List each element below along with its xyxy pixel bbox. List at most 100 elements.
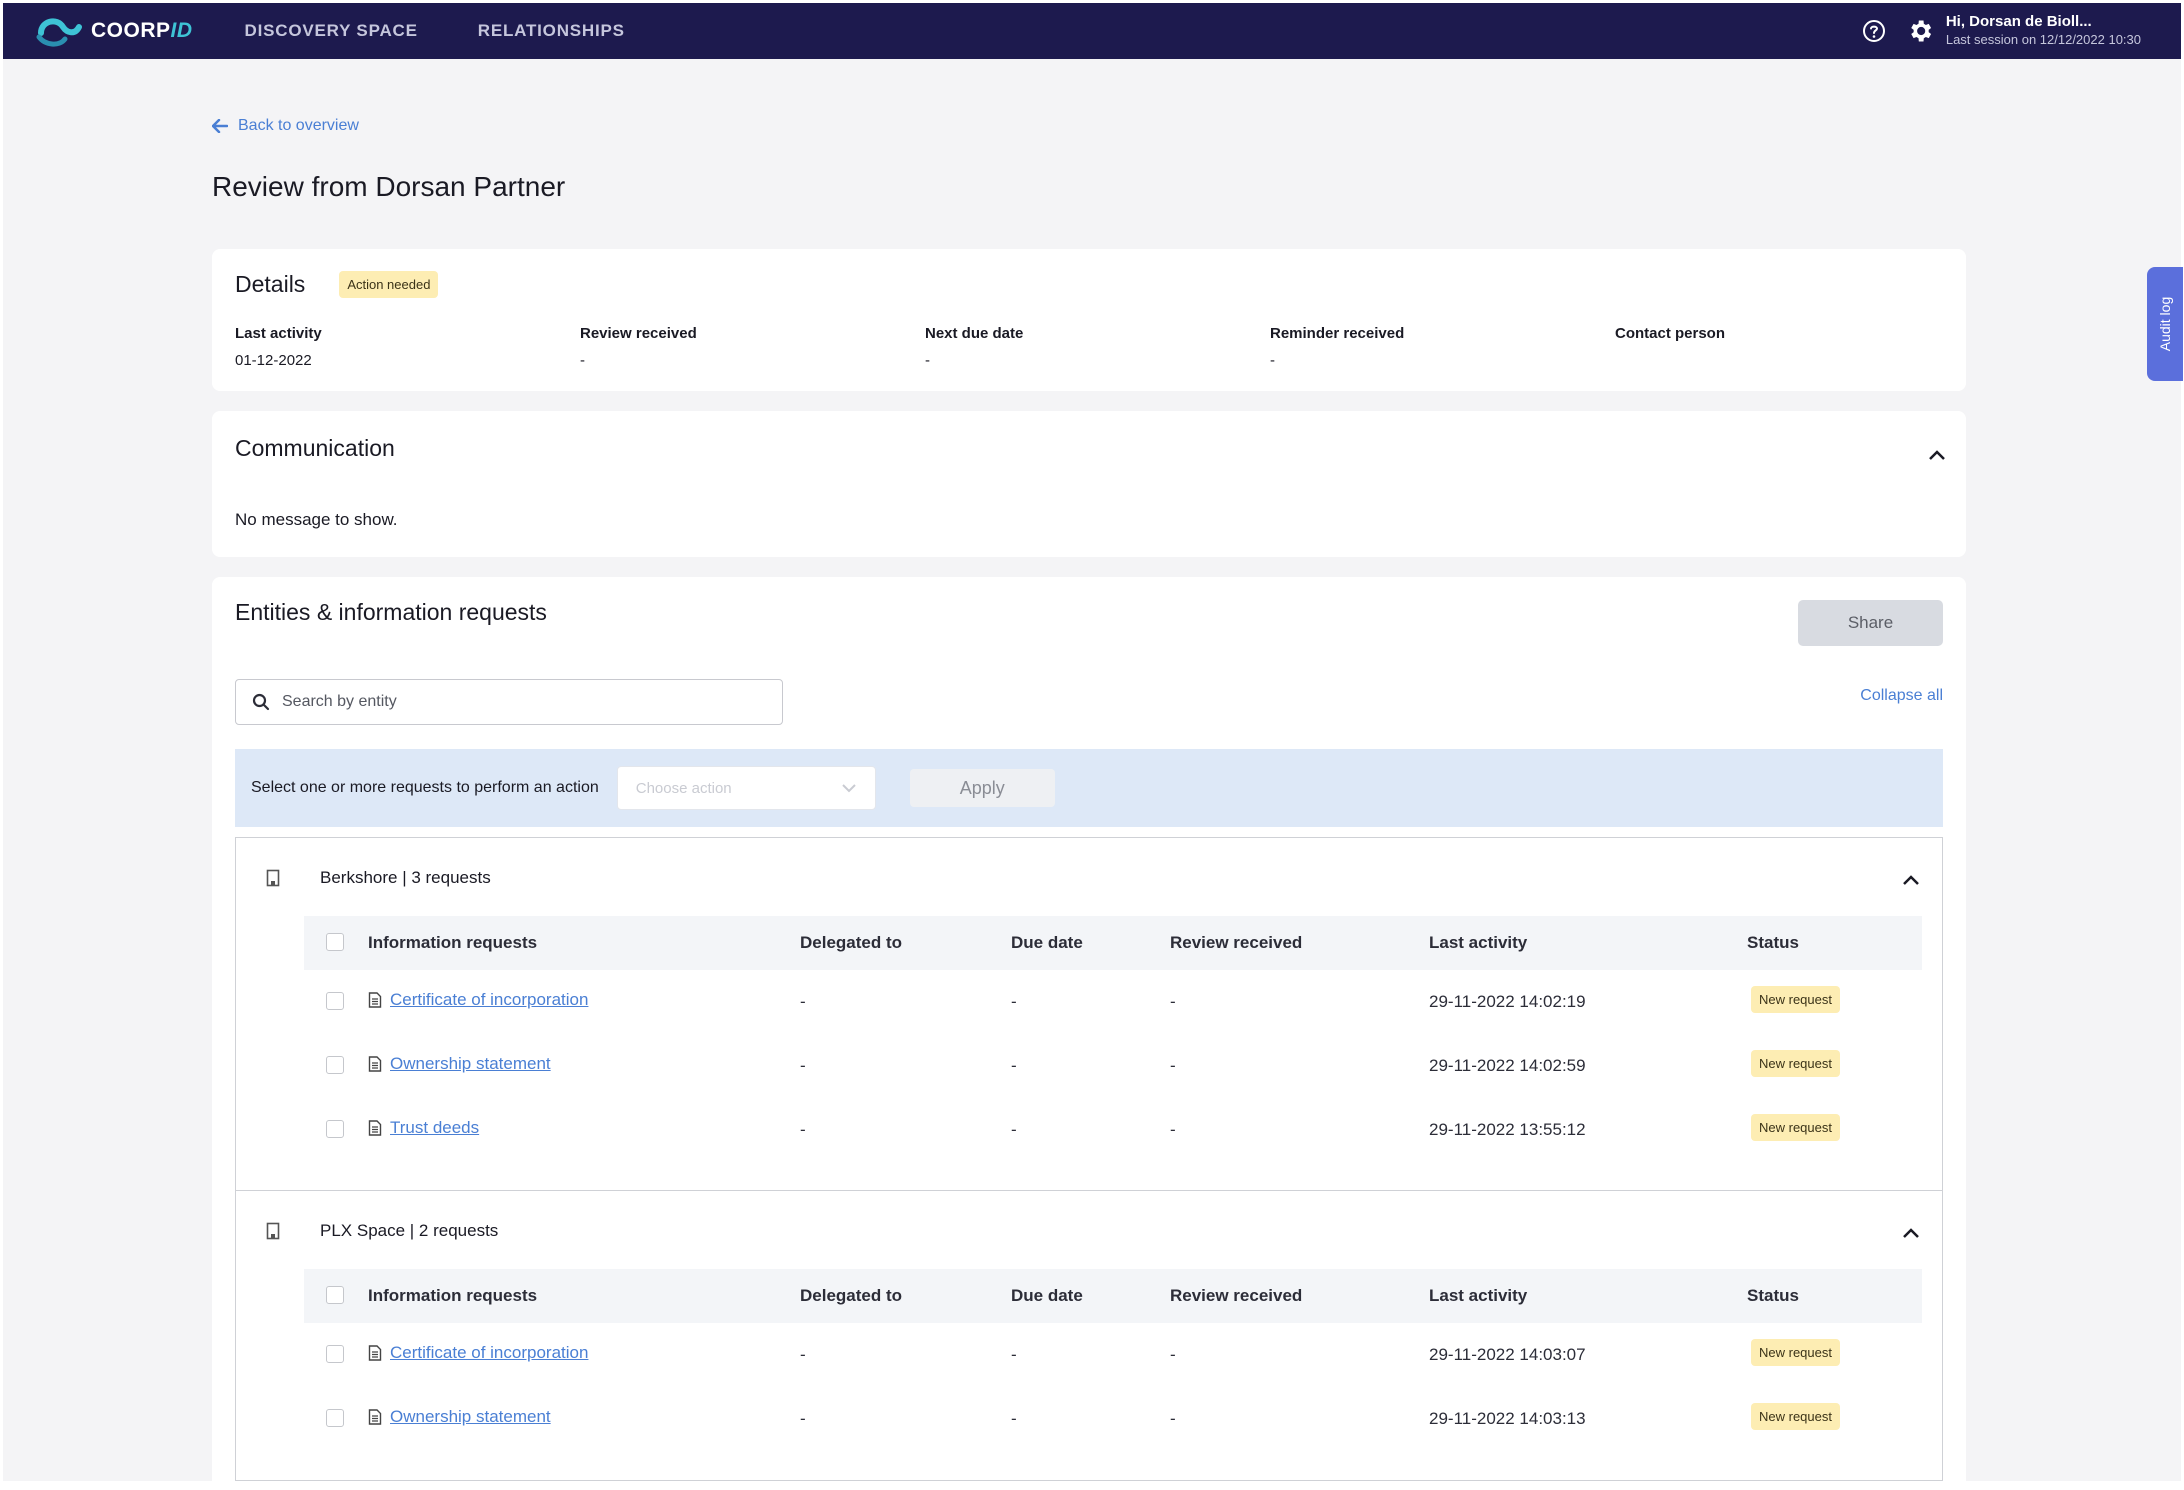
row-checkbox[interactable] [326,1056,344,1074]
col-review-received: Review received [1170,933,1303,952]
table-header: Information requests Delegated to Due da… [304,1269,1922,1323]
last-activity-cell: 29-11-2022 14:03:13 [1429,1409,1586,1428]
apply-button[interactable]: Apply [909,769,1055,807]
row-checkbox[interactable] [326,1345,344,1363]
review-received-value: - [580,352,585,369]
delegated-cell: - [800,1345,806,1364]
status-badge: New request [1751,986,1840,1013]
back-link-label: Back to overview [238,117,359,134]
document-icon [368,1056,382,1072]
col-delegated-to: Delegated to [800,1286,903,1305]
request-link[interactable]: Ownership statement [390,1407,551,1427]
row-checkbox[interactable] [326,992,344,1010]
col-last-activity: Last activity [1429,1286,1528,1305]
reminder-received-value: - [1270,352,1275,369]
delegated-cell: - [800,992,806,1011]
user-info[interactable]: Hi, Dorsan de Bioll... Last session on 1… [1946,13,2141,49]
col-due-date: Due date [1011,1286,1083,1305]
page-title: Review from Dorsan Partner [212,171,566,202]
last-session: Last session on 12/12/2022 10:30 [1945,32,2141,47]
gear-icon[interactable] [1906,17,1934,45]
due-date-cell: - [1011,992,1017,1011]
last-activity-cell: 29-11-2022 14:02:19 [1429,992,1586,1011]
request-link[interactable]: Trust deeds [390,1118,479,1138]
bulk-action-label: Select one or more requests to perform a… [251,779,599,796]
last-activity-label: Last activity [235,325,322,342]
review-received-cell: - [1170,1345,1176,1364]
bulk-action-bar: Select one or more requests to perform a… [235,749,1943,827]
request-link[interactable]: Certificate of incorporation [390,1343,588,1363]
col-information-requests: Information requests [368,933,538,952]
status-badge: New request [1751,1114,1840,1141]
nav-relationships[interactable]: RELATIONSHIPS [478,21,625,41]
col-review-received: Review received [1170,1286,1303,1305]
col-information-requests: Information requests [368,1286,538,1305]
chevron-up-icon[interactable] [1902,874,1920,886]
top-navigation-bar: COORPID DISCOVERY SPACE RELATIONSHIPS Hi… [3,3,2181,59]
col-delegated-to: Delegated to [800,933,903,952]
review-received-label: Review received [580,325,697,342]
col-status: Status [1747,1286,1799,1305]
status-badge: New request [1751,1050,1840,1077]
request-link[interactable]: Ownership statement [390,1054,551,1074]
table-row: Certificate of incorporation - - - 29-11… [304,1323,1922,1387]
action-needed-badge: Action needed [339,271,439,298]
col-due-date: Due date [1011,933,1083,952]
select-all-checkbox[interactable] [326,933,344,951]
document-icon [368,1120,382,1136]
table-row: Ownership statement - - - 29-11-2022 14:… [304,1387,1922,1451]
due-date-cell: - [1011,1120,1017,1139]
search-input[interactable] [282,693,762,711]
logo-mark-icon [36,18,82,47]
next-due-date-value: - [925,352,930,369]
details-title: Details [235,271,306,297]
select-all-checkbox[interactable] [326,1286,344,1304]
document-icon [368,1345,382,1361]
entity-group-title: Berkshore | 3 requests [320,868,491,887]
col-last-activity: Last activity [1429,933,1528,952]
details-fields: Last activity 01-12-2022 Review received -… [235,325,1960,369]
review-received-cell: - [1170,1409,1176,1428]
logo[interactable]: COORPID [35,13,193,49]
back-to-overview-link[interactable]: Back to overview [212,117,359,135]
document-icon [368,1409,382,1425]
communication-title: Communication [235,435,395,461]
last-activity-cell: 29-11-2022 13:55:12 [1429,1120,1586,1139]
last-activity-value: 01-12-2022 [235,352,312,369]
main-nav: DISCOVERY SPACE RELATIONSHIPS [245,21,685,41]
nav-discovery-space[interactable]: DISCOVERY SPACE [245,21,418,41]
audit-log-tab[interactable]: Audit log [2147,267,2183,381]
chevron-up-icon[interactable] [1902,1227,1920,1239]
entity-group-header: PLX Space | 2 requests [266,1221,498,1241]
entity-group-plx-space: PLX Space | 2 requests Information reque… [235,1191,1943,1481]
entity-group-header: Berkshore | 3 requests [266,868,491,888]
choose-action-select[interactable]: Choose action [616,766,876,810]
table-row: Ownership statement - - - 29-11-2022 14:… [304,1034,1922,1098]
review-received-cell: - [1170,1056,1176,1075]
search-box [235,679,783,725]
collapse-all-link[interactable]: Collapse all [1860,687,1943,705]
logo-text: COORPID [91,19,193,42]
document-icon [368,992,382,1008]
table-header: Information requests Delegated to Due da… [304,916,1922,970]
help-icon[interactable] [1862,19,1886,43]
choose-action-placeholder: Choose action [635,779,732,797]
entities-title: Entities & information requests [235,599,547,625]
due-date-cell: - [1011,1409,1017,1428]
audit-log-label: Audit log [2157,296,2174,352]
reminder-received-label: Reminder received [1270,325,1405,342]
row-checkbox[interactable] [326,1409,344,1427]
share-button[interactable]: Share [1798,600,1943,646]
arrow-left-icon [212,119,228,133]
row-checkbox[interactable] [326,1120,344,1138]
building-icon [266,1222,280,1240]
user-greeting: Hi, Dorsan de Bioll... [1945,13,2092,30]
status-badge: New request [1751,1403,1840,1430]
entities-card: Entities & information requests Share Co… [212,577,1966,1490]
review-received-cell: - [1170,1120,1176,1139]
request-link[interactable]: Certificate of incorporation [390,990,588,1010]
building-icon [266,869,280,887]
chevron-up-icon[interactable] [1928,449,1946,461]
details-card: Details Action needed Last activity 01-12… [212,249,1966,391]
no-message-text: No message to show. [235,510,398,529]
